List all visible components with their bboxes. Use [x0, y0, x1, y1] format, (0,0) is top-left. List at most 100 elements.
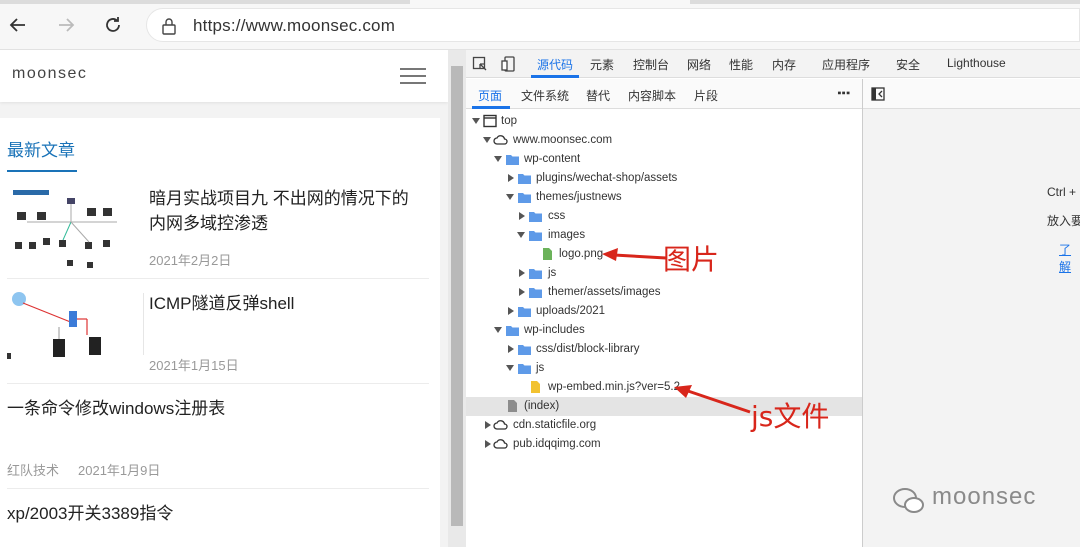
watermark-text: moonsec — [932, 483, 1037, 510]
expand-arrow-icon[interactable] — [494, 325, 502, 335]
article-item[interactable]: ICMP隧道反弹shell 2021年1月15日 — [7, 279, 429, 384]
site-logo[interactable]: moonsec — [12, 65, 87, 83]
navigator-tab-bar: 页面 文件系统 替代 内容脚本 片段 ⋮ — [466, 79, 862, 109]
drop-hint: 放入要 — [1047, 214, 1080, 228]
shortcut-hint: Ctrl + — [1047, 185, 1077, 199]
tree-row-folder[interactable]: themes/justnews — [466, 188, 862, 207]
image-annotation-label: 图片 — [663, 243, 720, 276]
folder-icon — [529, 269, 542, 279]
tree-label: www.moonsec.com — [513, 134, 613, 146]
tab-console[interactable]: 控制台 — [633, 56, 669, 73]
article-item[interactable]: xp/2003开关3389指令 — [7, 489, 429, 547]
collapse-arrow-icon[interactable] — [506, 344, 514, 354]
article-title[interactable]: xp/2003开关3389指令 — [7, 501, 427, 526]
folder-icon — [518, 307, 531, 317]
tree-row-folder[interactable]: uploads/2021 — [466, 302, 862, 321]
address-bar[interactable]: https://www.moonsec.com — [146, 8, 1080, 42]
tab-memory[interactable]: 内存 — [772, 56, 796, 73]
cloud-icon — [493, 420, 508, 430]
browser-toolbar: https://www.moonsec.com — [0, 0, 1080, 50]
article-title[interactable]: 一条命令修改windows注册表 — [7, 396, 427, 421]
article-thumbnail[interactable] — [7, 287, 137, 377]
tab-strip-edge — [0, 0, 410, 4]
collapse-arrow-icon[interactable] — [506, 173, 514, 183]
article-title[interactable]: 暗月实战项目九 不出网的情况下的内网多域控渗透 — [149, 186, 425, 236]
tree-label: (index) — [524, 400, 560, 412]
device-toolbar-icon[interactable] — [501, 56, 517, 72]
tree-row-folder[interactable]: wp-content — [466, 150, 862, 169]
tree-row-folder[interactable]: plugins/wechat-shop/assets — [466, 169, 862, 188]
expand-arrow-icon[interactable] — [506, 192, 514, 202]
article-category[interactable]: 红队技术 — [7, 460, 59, 479]
tab-lighthouse[interactable]: Lighthouse — [947, 56, 1006, 70]
reload-icon — [106, 17, 120, 32]
icmp-diagram-thumbnail — [7, 292, 101, 359]
tree-label: themes/justnews — [536, 191, 622, 203]
article-item[interactable]: 暗月实战项目九 不出网的情况下的内网多域控渗透 2021年2月2日 — [7, 174, 429, 279]
tab-application[interactable]: 应用程序 — [822, 56, 870, 73]
folder-icon — [518, 193, 531, 203]
tab-sources[interactable]: 源代码 — [537, 56, 573, 73]
more-options-icon[interactable]: ⋮ — [835, 86, 853, 101]
expand-arrow-icon[interactable] — [483, 135, 491, 145]
tree-row-domain[interactable]: www.moonsec.com — [466, 131, 862, 150]
tab-security[interactable]: 安全 — [896, 56, 920, 73]
collapse-arrow-icon[interactable] — [517, 211, 525, 221]
subtab-content-scripts[interactable]: 内容脚本 — [628, 87, 676, 104]
tree-row-folder[interactable]: js — [466, 359, 862, 378]
image-annotation-arrow — [602, 248, 667, 261]
tab-network[interactable]: 网络 — [687, 56, 711, 73]
inspect-element-icon[interactable] — [472, 56, 488, 72]
reload-button[interactable] — [99, 11, 127, 39]
tree-row-domain[interactable]: pub.idqqimg.com — [466, 435, 862, 454]
site-header: moonsec — [0, 50, 448, 102]
expand-arrow-icon[interactable] — [517, 230, 525, 240]
tree-row-folder[interactable]: wp-includes — [466, 321, 862, 340]
website-viewport: moonsec 最新文章 暗月实战项目九 不出网的情况下的内网多域控渗透 202… — [0, 50, 448, 547]
js-file-icon — [531, 381, 540, 393]
folder-icon — [529, 212, 542, 222]
collapse-arrow-icon[interactable] — [506, 306, 514, 316]
image-file-icon — [543, 248, 552, 260]
toggle-navigator-icon[interactable] — [871, 87, 885, 101]
tree-row-folder[interactable]: css/dist/block-library — [466, 340, 862, 359]
subtab-overrides[interactable]: 替代 — [586, 87, 610, 104]
tab-elements[interactable]: 元素 — [590, 56, 614, 73]
learn-more-link[interactable]: 了解 — [1059, 241, 1080, 275]
article-item[interactable]: 一条命令修改windows注册表 红队技术 2021年1月9日 — [7, 384, 429, 489]
article-title[interactable]: ICMP隧道反弹shell — [149, 291, 425, 316]
subtab-filesystem[interactable]: 文件系统 — [521, 87, 569, 104]
tree-row-folder[interactable]: css — [466, 207, 862, 226]
tree-label: themer/assets/images — [548, 286, 661, 298]
article-thumbnail[interactable] — [7, 182, 137, 272]
scrollbar-thumb[interactable] — [451, 66, 463, 526]
js-annotation-label: js文件 — [751, 400, 830, 433]
collapse-arrow-icon[interactable] — [517, 268, 525, 278]
folder-icon — [518, 364, 531, 374]
subtab-page[interactable]: 页面 — [478, 87, 502, 104]
editor-pane: Ctrl + 放入要 了解 — [863, 79, 1080, 547]
tree-row-folder[interactable]: themer/assets/images — [466, 283, 862, 302]
expand-arrow-icon[interactable] — [494, 154, 502, 164]
tab-performance[interactable]: 性能 — [729, 56, 753, 73]
tree-row-top[interactable]: top — [466, 112, 862, 131]
tree-label: wp-includes — [524, 324, 585, 336]
document-file-icon — [508, 400, 517, 412]
folder-icon — [506, 326, 519, 336]
folder-icon — [518, 174, 531, 184]
article-date: 2021年2月2日 — [149, 253, 232, 268]
active-subtab-indicator — [472, 106, 510, 109]
back-button[interactable] — [4, 11, 32, 39]
page-scrollbar[interactable] — [448, 50, 466, 547]
lock-icon — [162, 18, 176, 35]
latest-articles-card: 最新文章 暗月实战项目九 不出网的情况下的内网多域控渗透 2021年2月2日 I… — [0, 118, 440, 547]
expand-arrow-icon[interactable] — [506, 363, 514, 373]
expand-arrow-icon[interactable] — [472, 116, 480, 126]
menu-icon[interactable] — [400, 68, 426, 84]
forward-button[interactable] — [52, 11, 80, 39]
collapse-arrow-icon[interactable] — [517, 287, 525, 297]
collapse-arrow-icon[interactable] — [483, 439, 491, 449]
forward-arrow-icon — [59, 18, 75, 32]
collapse-arrow-icon[interactable] — [483, 420, 491, 430]
subtab-snippets[interactable]: 片段 — [694, 87, 718, 104]
